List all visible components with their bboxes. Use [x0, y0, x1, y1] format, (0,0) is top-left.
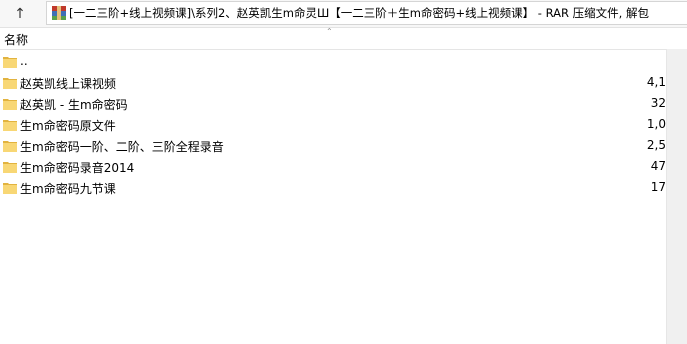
list-item[interactable]: 赵英凯线上课视频 4,1	[0, 73, 666, 94]
list-item-parent[interactable]: ..	[0, 52, 666, 73]
item-name: 生m命密码九节课	[20, 182, 116, 196]
item-name: 生m命密码一阶、二阶、三阶全程录音	[20, 140, 224, 154]
vertical-scrollbar[interactable]	[666, 49, 687, 344]
item-name: 赵英凯 - 生m命密码	[20, 98, 128, 112]
list-item[interactable]: 生m命密码一阶、二阶、三阶全程录音 2,5	[0, 136, 666, 157]
column-header-name[interactable]: 名称	[4, 31, 28, 48]
list-item[interactable]: 赵英凯 - 生m命密码 32	[0, 94, 666, 115]
item-size: 47	[650, 159, 666, 173]
item-size: 1,0	[646, 117, 666, 131]
item-size: 32	[650, 96, 666, 110]
file-list-header: 名称 ⌃	[0, 27, 687, 50]
item-name: 生m命密码录音2014	[20, 161, 135, 175]
up-folder-button[interactable]: ↑	[0, 0, 40, 27]
item-name: 赵英凯线上课视频	[20, 77, 117, 91]
list-item[interactable]: 生m命密码原文件 1,0	[0, 115, 666, 136]
rar-archive-icon	[52, 6, 66, 20]
item-size: 4,1	[646, 75, 666, 89]
list-item[interactable]: 生m命密码录音2014 47	[0, 157, 666, 178]
arrow-up-icon: ↑	[14, 5, 26, 22]
folder-icon	[3, 118, 17, 131]
toolbar: ↑ [一二三阶+线上视频课]\系列2、赵英凯生m命灵Ш【一二三阶＋生m命密码+线…	[0, 0, 687, 28]
address-bar[interactable]: [一二三阶+线上视频课]\系列2、赵英凯生m命灵Ш【一二三阶＋生m命密码+线上视…	[46, 1, 687, 25]
sort-ascending-icon: ⌃	[326, 27, 333, 36]
item-size: 17	[650, 180, 666, 194]
folder-icon	[3, 181, 17, 194]
file-list: .. 赵英凯线上课视频 4,1 赵英凯 - 生m命密码 32 生m命密码原文件 …	[0, 52, 666, 344]
folder-icon	[3, 160, 17, 173]
folder-icon	[3, 76, 17, 89]
item-name: 生m命密码原文件	[20, 119, 116, 133]
item-name: ..	[20, 54, 28, 68]
folder-icon	[3, 139, 17, 152]
folder-icon	[3, 97, 17, 110]
item-size: 2,5	[646, 138, 666, 152]
folder-icon	[3, 55, 17, 68]
archive-path: [一二三阶+线上视频课]\系列2、赵英凯生m命灵Ш【一二三阶＋生m命密码+线上视…	[69, 6, 649, 20]
list-item[interactable]: 生m命密码九节课 17	[0, 178, 666, 199]
